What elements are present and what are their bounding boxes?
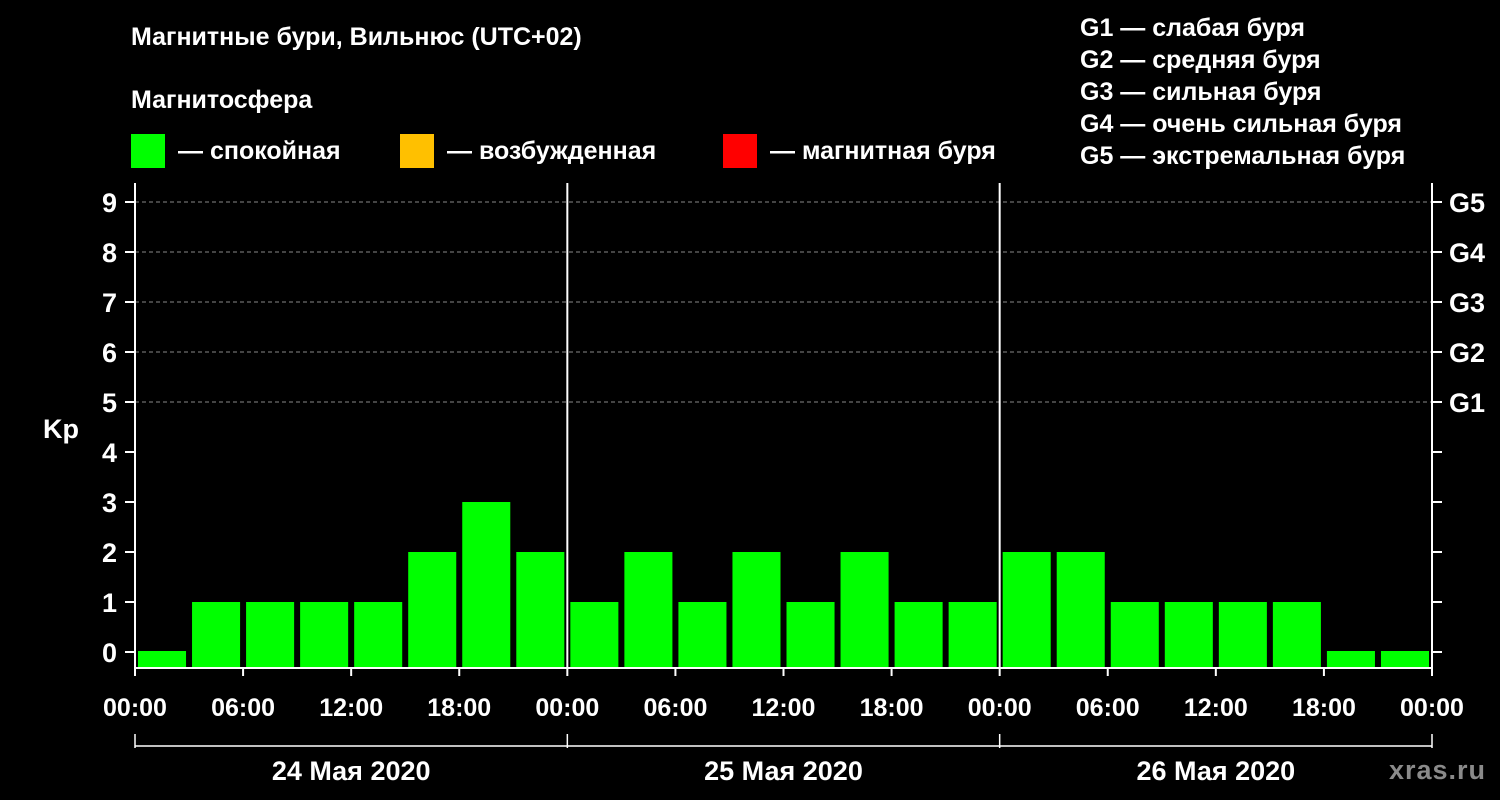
y-tick-label-1: 1: [102, 588, 117, 618]
y-tick-label-5: 5: [102, 388, 117, 418]
y-tick-label-9: 9: [102, 188, 117, 218]
g-level-label-2: G3: [1449, 288, 1485, 318]
x-tick-label-2: 12:00: [319, 694, 383, 722]
bar-9: [624, 552, 673, 667]
x-tick-label-10: 12:00: [1184, 694, 1248, 722]
x-tick-label-1: 06:00: [211, 694, 275, 722]
x-tick-label-12: 00:00: [1400, 694, 1464, 722]
g-level-label-0: G1: [1449, 388, 1485, 418]
g-level-label-4: G5: [1449, 188, 1485, 218]
bar-10: [678, 602, 727, 667]
g-level-label-3: G4: [1449, 238, 1485, 268]
y-axis-label: Kp: [43, 414, 79, 444]
g-level-label-1: G2: [1449, 338, 1485, 368]
bar-16: [1002, 552, 1051, 667]
bar-4: [354, 602, 403, 667]
bar-6: [462, 502, 511, 667]
bar-8: [570, 602, 619, 667]
bar-0: [138, 651, 187, 667]
y-tick-label-7: 7: [102, 288, 117, 318]
y-tick-label-2: 2: [102, 538, 117, 568]
bar-17: [1056, 552, 1105, 667]
bar-12: [786, 602, 835, 667]
bar-14: [894, 602, 943, 667]
day-label-0: 24 Мая 2020: [272, 756, 431, 786]
x-tick-label-0: 00:00: [103, 694, 167, 722]
bar-18: [1110, 602, 1159, 667]
bar-5: [408, 552, 457, 667]
bar-21: [1272, 602, 1321, 667]
bar-1: [192, 602, 241, 667]
y-tick-label-8: 8: [102, 238, 117, 268]
x-tick-label-6: 12:00: [752, 694, 816, 722]
day-label-1: 25 Мая 2020: [704, 756, 863, 786]
x-tick-label-11: 18:00: [1292, 694, 1356, 722]
bar-2: [246, 602, 295, 667]
bar-15: [948, 602, 997, 667]
bar-23: [1380, 651, 1429, 667]
x-tick-label-7: 18:00: [860, 694, 924, 722]
y-tick-label-4: 4: [102, 438, 117, 468]
bar-3: [300, 602, 349, 667]
watermark: xras.ru: [1388, 755, 1486, 785]
x-tick-label-8: 00:00: [968, 694, 1032, 722]
x-tick-label-5: 06:00: [643, 694, 707, 722]
x-tick-label-9: 06:00: [1076, 694, 1140, 722]
y-tick-label-3: 3: [102, 488, 117, 518]
bar-19: [1164, 602, 1213, 667]
x-tick-label-4: 00:00: [535, 694, 599, 722]
y-tick-label-6: 6: [102, 338, 117, 368]
bar-20: [1218, 602, 1267, 667]
bar-7: [516, 552, 565, 667]
day-label-2: 26 Мая 2020: [1136, 756, 1295, 786]
y-tick-label-0: 0: [102, 638, 117, 668]
kp-bar-chart: 0 1 2 3 4 5 6 7 8 9 G1 G2 G3 G4 G5 Kp 00:00 06:00 12:00 18:…: [43, 183, 1485, 786]
bar-13: [840, 552, 889, 667]
bar-22: [1326, 651, 1375, 667]
bar-11: [732, 552, 781, 667]
x-tick-label-3: 18:00: [427, 694, 491, 722]
